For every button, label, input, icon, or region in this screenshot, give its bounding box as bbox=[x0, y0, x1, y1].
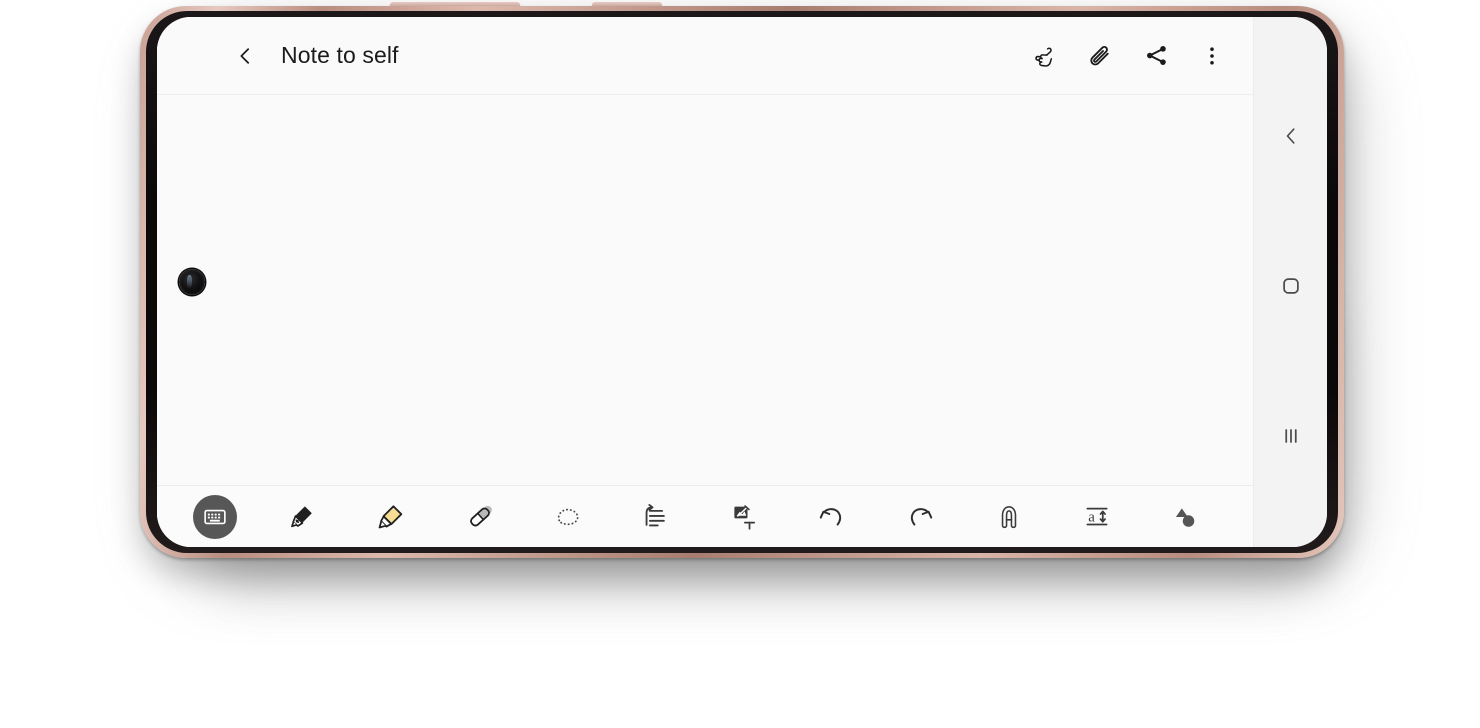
nav-recents-button[interactable] bbox=[1268, 413, 1314, 459]
text-style-tool[interactable] bbox=[965, 491, 1053, 543]
lasso-select-tool[interactable] bbox=[524, 491, 612, 543]
back-button[interactable] bbox=[225, 36, 265, 76]
lasso-select-icon bbox=[554, 503, 582, 531]
undo-arrow-icon bbox=[817, 502, 847, 532]
shapes-tool[interactable] bbox=[1141, 491, 1229, 543]
more-options-icon[interactable] bbox=[1195, 39, 1229, 73]
keyboard-tool[interactable] bbox=[171, 491, 259, 543]
chevron-left-icon bbox=[1286, 128, 1295, 144]
outline-a-icon bbox=[995, 503, 1023, 531]
eraser-tool[interactable] bbox=[436, 491, 524, 543]
image-to-text-icon bbox=[730, 503, 758, 531]
text-size-tool[interactable]: a bbox=[1053, 491, 1141, 543]
device-screen: Note to self a bbox=[157, 17, 1327, 547]
svg-text:a: a bbox=[1088, 509, 1095, 525]
eraser-icon bbox=[466, 503, 494, 531]
front-camera-punch-hole bbox=[179, 269, 205, 295]
nav-back-button[interactable] bbox=[1268, 113, 1314, 159]
header-actions bbox=[1027, 39, 1235, 73]
three-bars-icon bbox=[1284, 429, 1297, 443]
redo-tool[interactable] bbox=[876, 491, 964, 543]
android-navigation-bar bbox=[1253, 17, 1327, 547]
nav-home-button[interactable] bbox=[1268, 263, 1314, 309]
attach-icon[interactable] bbox=[1083, 39, 1117, 73]
shapes-icon bbox=[1171, 503, 1199, 531]
convert-to-text-tool[interactable] bbox=[612, 491, 700, 543]
device-bezel: Note to self a bbox=[146, 11, 1338, 553]
drawing-toolbar: a bbox=[157, 485, 1253, 547]
redo-arrow-icon bbox=[905, 502, 935, 532]
handwriting-to-text-tool[interactable] bbox=[700, 491, 788, 543]
page-title[interactable]: Note to self bbox=[281, 42, 399, 69]
handwriting-mode-icon[interactable] bbox=[1027, 39, 1061, 73]
overflow-menu-icon bbox=[1210, 46, 1214, 65]
app-header: Note to self bbox=[157, 17, 1253, 95]
share-icon[interactable] bbox=[1139, 39, 1173, 73]
device-frame: Note to self a bbox=[140, 6, 1344, 558]
screenshot-stage: Note to self a bbox=[0, 0, 1480, 728]
pen-tool[interactable] bbox=[259, 491, 347, 543]
note-canvas[interactable] bbox=[157, 95, 1253, 485]
rounded-square-icon bbox=[1282, 278, 1299, 294]
paperclip-icon bbox=[1090, 45, 1109, 65]
highlighter-tool[interactable] bbox=[347, 491, 435, 543]
align-convert-icon bbox=[642, 503, 670, 531]
highlighter-icon bbox=[376, 502, 406, 532]
text-size-a-icon: a bbox=[1083, 503, 1111, 531]
keyboard-icon bbox=[203, 505, 227, 529]
share-icon bbox=[1146, 46, 1166, 65]
pointing-hand-icon bbox=[1035, 47, 1053, 67]
pen-icon bbox=[288, 502, 318, 532]
chevron-left-icon bbox=[240, 47, 250, 64]
samsung-notes-app: Note to self a bbox=[157, 17, 1253, 547]
undo-tool[interactable] bbox=[788, 491, 876, 543]
